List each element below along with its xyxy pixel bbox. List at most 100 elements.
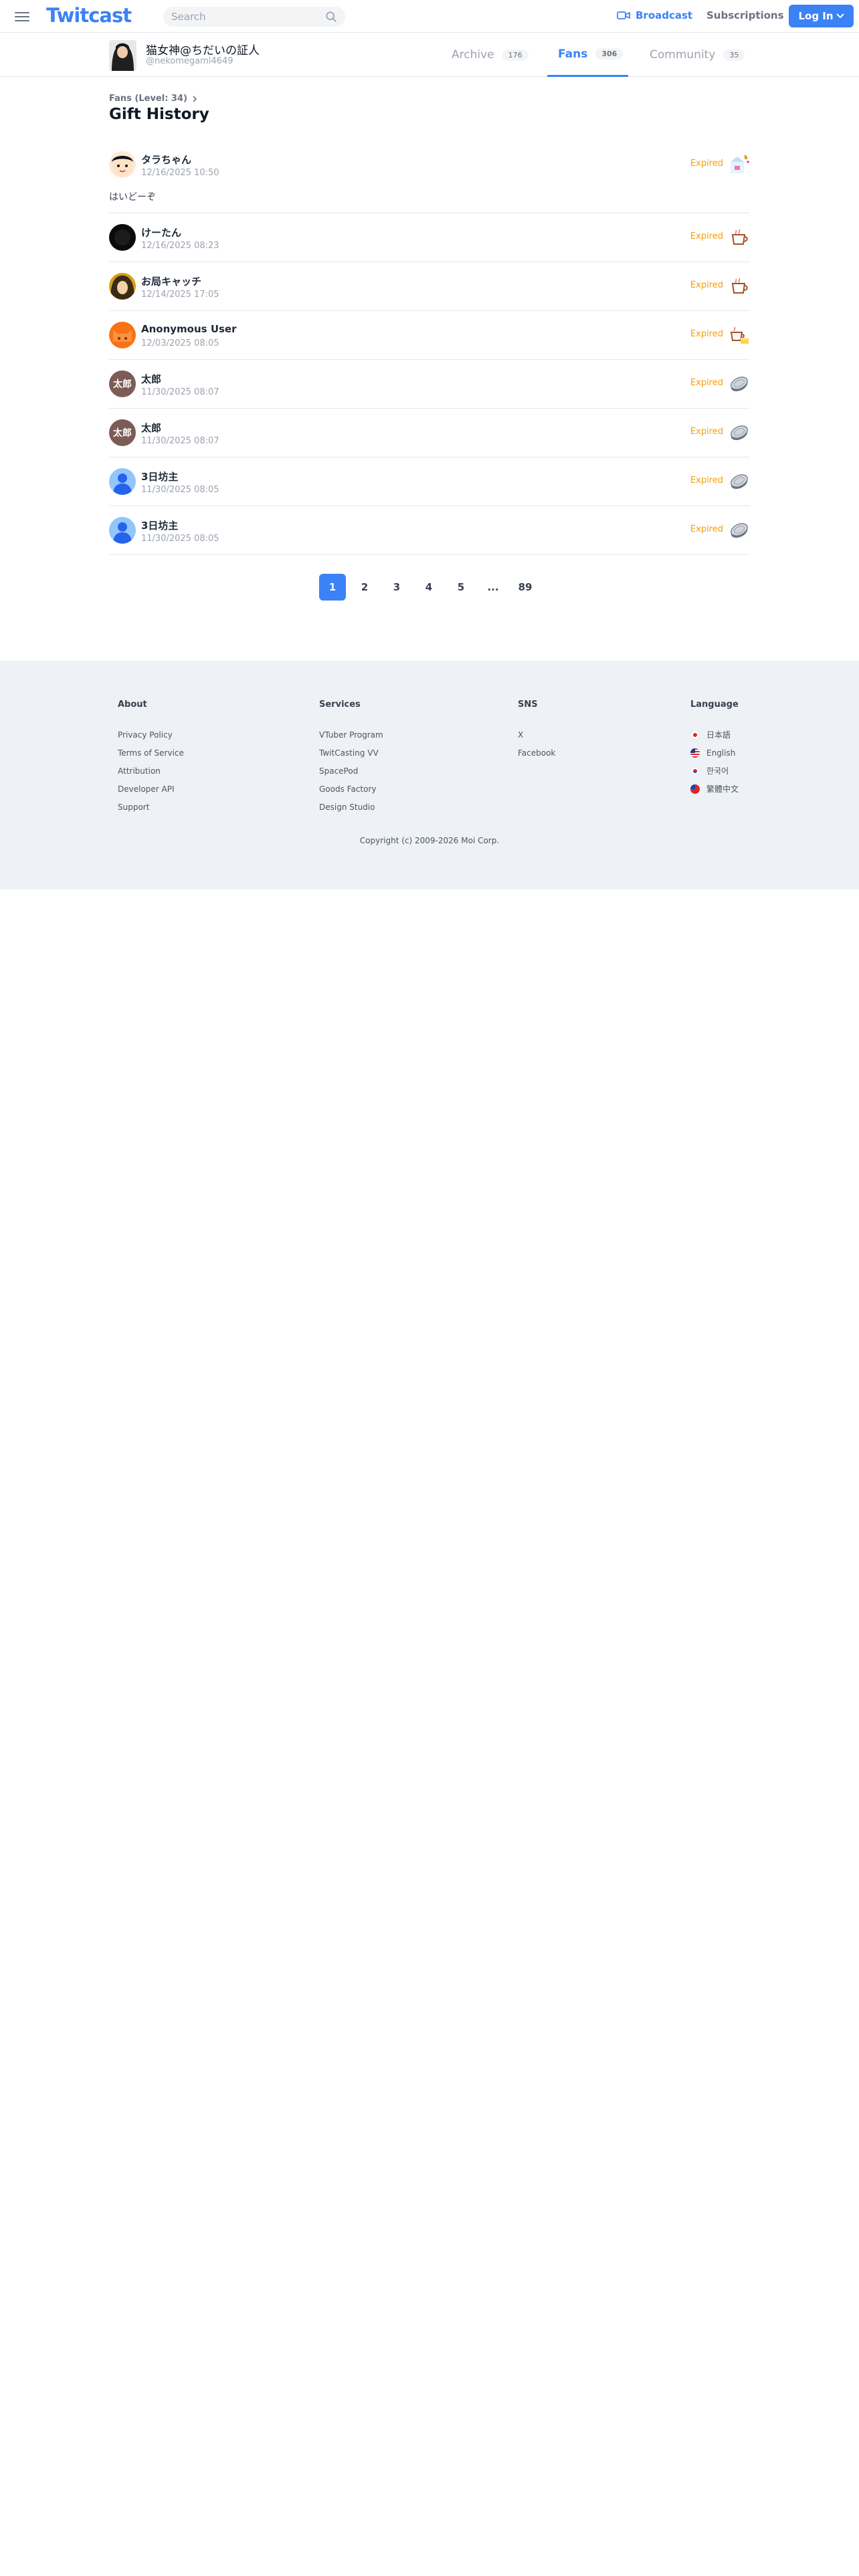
user-avatar[interactable] xyxy=(109,517,136,544)
user-name[interactable]: 3日坊主 xyxy=(141,518,178,532)
gift-date: 11/30/2025 08:05 xyxy=(141,534,219,544)
user-avatar[interactable]: 太郎 xyxy=(109,370,136,397)
footer-link[interactable]: Privacy Policy xyxy=(118,726,184,744)
subscriptions-link[interactable]: Subscriptions xyxy=(706,9,784,21)
page-button[interactable]: 3 xyxy=(383,574,410,601)
tab-label: Archive xyxy=(452,48,494,62)
user-name[interactable]: 太郎 xyxy=(141,372,161,386)
tea-cup-icon xyxy=(729,276,750,297)
gift-status: Expired xyxy=(690,158,723,169)
footer-link[interactable]: Goods Factory xyxy=(319,780,383,798)
login-label: Log In xyxy=(798,10,834,22)
footer-heading: About xyxy=(118,700,147,710)
page-ellipsis: ... xyxy=(487,581,499,593)
page-button[interactable]: 1 xyxy=(319,574,346,601)
menu-icon[interactable] xyxy=(15,9,29,23)
avatar-initials: 太郎 xyxy=(113,428,132,439)
avatar-initials: 太郎 xyxy=(113,379,132,390)
search-icon[interactable] xyxy=(325,11,337,23)
gift-date: 12/14/2025 17:05 xyxy=(141,290,219,300)
coin-icon xyxy=(729,422,750,443)
broadcast-button[interactable]: Broadcast xyxy=(617,9,692,21)
gift-status: Expired xyxy=(690,475,723,486)
user-avatar[interactable] xyxy=(109,224,136,251)
user-name[interactable]: 太郎 xyxy=(141,421,161,435)
user-avatar[interactable] xyxy=(109,273,136,300)
taiwan-flag-icon xyxy=(690,784,700,794)
language-english[interactable]: English xyxy=(690,744,739,762)
footer-link[interactable]: TwitCasting VV xyxy=(319,744,383,762)
korea-flag-icon xyxy=(690,766,700,776)
user-name[interactable]: けーたん xyxy=(141,225,181,239)
footer-link[interactable]: SpacePod xyxy=(319,762,383,780)
gift-date: 12/16/2025 10:50 xyxy=(141,168,219,178)
footer-link[interactable]: Developer API xyxy=(118,780,184,798)
footer-heading: Language xyxy=(690,700,739,710)
tab-community[interactable]: Community 35 xyxy=(650,33,745,77)
cup-and-cake-icon xyxy=(729,324,750,346)
search-box[interactable] xyxy=(163,7,345,27)
top-header: Twitcast Broadcast Subscriptions Log In xyxy=(0,0,859,33)
gift-message: はいどーぞ xyxy=(109,192,156,203)
gift-date: 11/30/2025 08:05 xyxy=(141,485,219,495)
footer-link[interactable]: Terms of Service xyxy=(118,744,184,762)
footer-link[interactable]: VTuber Program xyxy=(319,726,383,744)
party-gift-icon xyxy=(729,154,750,175)
login-button[interactable]: Log In xyxy=(789,5,854,27)
gift-status: Expired xyxy=(690,378,723,388)
language-label: English xyxy=(706,748,736,758)
user-name[interactable]: 3日坊主 xyxy=(141,469,178,484)
tab-count: 176 xyxy=(502,49,529,61)
gift-date: 11/30/2025 08:07 xyxy=(141,387,219,397)
gift-status: Expired xyxy=(690,231,723,241)
page-button[interactable]: 2 xyxy=(351,574,378,601)
search-input[interactable] xyxy=(163,7,310,27)
pagination: 1 2 3 4 5 ... 89 xyxy=(319,574,539,601)
user-avatar[interactable] xyxy=(109,151,136,178)
profile-name[interactable]: 猫女神@ちだいの証人 xyxy=(146,41,260,58)
chevron-right-icon xyxy=(193,95,197,102)
footer-link[interactable]: Attribution xyxy=(118,762,184,780)
gift-date: 12/03/2025 08:05 xyxy=(141,338,219,348)
gift-date: 12/16/2025 08:23 xyxy=(141,241,219,251)
broadcast-label: Broadcast xyxy=(636,9,693,21)
page-button[interactable]: 4 xyxy=(415,574,442,601)
footer-link[interactable]: Support xyxy=(118,798,184,816)
footer-heading: SNS xyxy=(518,700,538,710)
user-avatar[interactable] xyxy=(109,468,136,495)
gift-row: Anonymous User 12/03/2025 08:05 Expired xyxy=(109,311,750,360)
profile-avatar[interactable] xyxy=(109,40,136,71)
video-camera-icon xyxy=(617,11,630,19)
tab-archive[interactable]: Archive 176 xyxy=(452,33,529,77)
user-name[interactable]: Anonymous User xyxy=(141,323,237,335)
user-avatar[interactable] xyxy=(109,322,136,348)
user-name[interactable]: タラちゃん xyxy=(141,152,191,167)
breadcrumb[interactable]: Fans (Level: 34) xyxy=(109,94,197,104)
gift-date: 11/30/2025 08:07 xyxy=(141,436,219,446)
gift-status: Expired xyxy=(690,524,723,534)
tab-count: 306 xyxy=(595,48,624,60)
user-avatar[interactable]: 太郎 xyxy=(109,419,136,446)
page-button[interactable]: 5 xyxy=(448,574,474,601)
copyright: Copyright (c) 2009-2026 Moi Corp. xyxy=(359,836,500,845)
coin-icon xyxy=(729,373,750,395)
footer-link[interactable]: Facebook xyxy=(518,744,555,762)
gift-status: Expired xyxy=(690,427,723,437)
language-japanese[interactable]: 日本語 xyxy=(690,726,739,744)
language-korean[interactable]: 한국어 xyxy=(690,762,739,780)
chevron-down-icon xyxy=(836,13,844,19)
footer-language: Language 日本語 English 한국어 繁體中文 xyxy=(690,700,739,798)
profile-bar: 猫女神@ちだいの証人 @nekomegami4649 Archive 176 F… xyxy=(0,33,859,77)
site-logo[interactable]: Twitcast xyxy=(46,4,132,27)
tab-count: 35 xyxy=(723,49,745,61)
language-traditional-chinese[interactable]: 繁體中文 xyxy=(690,780,739,798)
tab-fans[interactable]: Fans 306 xyxy=(547,33,628,77)
user-name[interactable]: お局キャッチ xyxy=(141,274,201,288)
tab-label: Fans xyxy=(558,47,588,61)
footer-link[interactable]: Design Studio xyxy=(319,798,383,816)
gift-row: 3日坊主 11/30/2025 08:05 Expired xyxy=(109,506,750,555)
gift-row: 3日坊主 11/30/2025 08:05 Expired xyxy=(109,457,750,506)
gift-row: 太郎 太郎 11/30/2025 08:07 Expired xyxy=(109,409,750,457)
footer-link[interactable]: X xyxy=(518,726,555,744)
page-button[interactable]: 89 xyxy=(512,574,539,601)
